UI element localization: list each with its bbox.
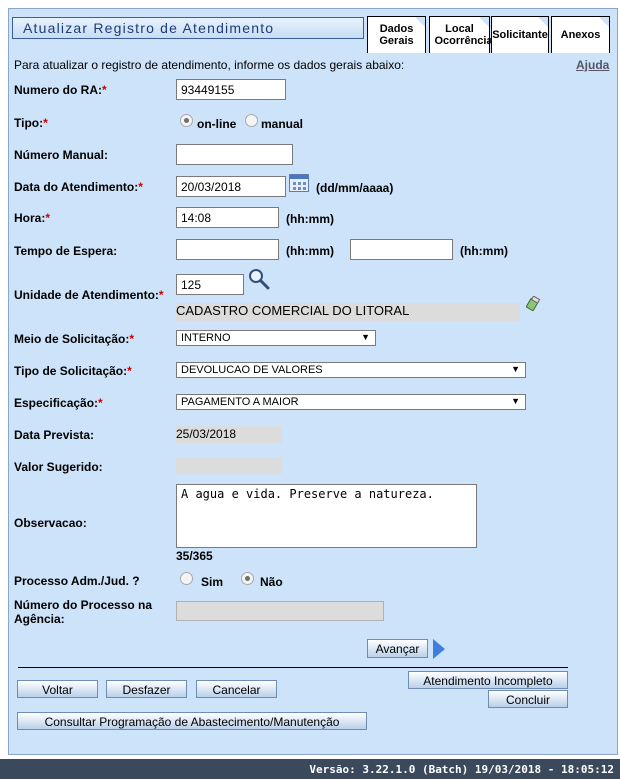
search-icon[interactable] (248, 268, 270, 290)
consultar-programacao-button[interactable]: Consultar Programação de Abastecimento/M… (17, 712, 367, 730)
hora-format-hint: (hh:mm) (286, 212, 334, 226)
divider (18, 667, 568, 668)
hora-label: Hora:* (14, 211, 51, 225)
unidade-label: Unidade de Atendimento:* (14, 288, 164, 302)
tipo-solicitacao-label: Tipo de Solicitação:* (14, 364, 132, 378)
unidade-code-input[interactable] (176, 274, 244, 295)
tab-anexos[interactable]: Anexos (551, 16, 610, 53)
data-prevista-label: Data Prevista: (14, 428, 95, 442)
processo-sim-radio[interactable] (180, 572, 193, 585)
tipo-manual-label: manual (261, 117, 304, 131)
voltar-button[interactable]: Voltar (17, 680, 98, 698)
desfazer-button[interactable]: Desfazer (106, 680, 187, 698)
intro-text: Para atualizar o registro de atendimento… (14, 58, 405, 72)
calendar-icon[interactable] (289, 174, 309, 192)
tempo-espera-label: Tempo de Espera: (14, 244, 118, 258)
cancelar-button[interactable]: Cancelar (196, 680, 277, 698)
tempo-espera-fim-input[interactable] (350, 239, 453, 260)
arrow-right-icon[interactable] (433, 639, 445, 659)
tempo-espera-hint-1: (hh:mm) (286, 244, 334, 258)
tab-solicitante[interactable]: Solicitante (491, 16, 549, 53)
tipo-online-radio[interactable] (180, 114, 193, 127)
numero-processo-input[interactable] (176, 601, 384, 621)
help-link[interactable]: Ajuda (576, 58, 609, 72)
date-format-hint: (dd/mm/aaaa) (316, 181, 394, 195)
concluir-button[interactable]: Concluir (488, 690, 568, 708)
version-footer: Versão: 3.22.1.0 (Batch) 19/03/2018 - 18… (0, 759, 620, 779)
meio-label: Meio de Solicitação:* (14, 332, 135, 346)
eraser-icon[interactable] (525, 296, 541, 312)
unidade-name-display: CADASTRO COMERCIAL DO LITORAL (176, 303, 520, 321)
numero-manual-input[interactable] (176, 144, 293, 165)
avancar-button[interactable]: Avançar (367, 639, 428, 658)
numero-manual-label: Número Manual: (14, 148, 109, 162)
meio-select[interactable]: INTERNO ▼ (176, 330, 376, 346)
numero-processo-label: Número do Processo na Agência: (14, 598, 153, 626)
tipo-solicitacao-select[interactable]: DEVOLUCAO DE VALORES ▼ (176, 362, 526, 378)
atendimento-incompleto-button[interactable]: Atendimento Incompleto (408, 671, 568, 689)
observacao-label: Observacao: (14, 516, 87, 530)
data-atendimento-label: Data do Atendimento:* (14, 180, 143, 194)
especificacao-select[interactable]: PAGAMENTO A MAIOR ▼ (176, 394, 526, 410)
processo-sim-label: Sim (201, 575, 224, 589)
valor-sugerido-value (176, 457, 282, 474)
tempo-espera-hint-2: (hh:mm) (460, 244, 508, 258)
tab-dados-gerais[interactable]: Dados Gerais (367, 16, 426, 53)
main-panel (8, 8, 618, 755)
processo-nao-label: Não (260, 575, 283, 589)
data-prevista-value: 25/03/2018 (176, 426, 282, 443)
processo-label: Processo Adm./Jud. ? (14, 574, 140, 588)
tab-local-ocorrencia[interactable]: Local Ocorrência (429, 16, 493, 53)
processo-nao-radio[interactable] (241, 572, 254, 585)
valor-sugerido-label: Valor Sugerido: (14, 460, 103, 474)
page-title: Atualizar Registro de Atendimento (12, 17, 364, 39)
especificacao-label: Especificação:* (14, 396, 103, 410)
tempo-espera-inicio-input[interactable] (176, 239, 279, 260)
observacao-textarea[interactable]: A agua e vida. Preserve a natureza. (176, 484, 477, 548)
observacao-counter: 35/365 (176, 549, 213, 563)
tipo-manual-radio[interactable] (245, 114, 258, 127)
tipo-online-label: on-line (197, 117, 237, 131)
hora-input[interactable] (176, 207, 279, 228)
tipo-label: Tipo:* (14, 116, 48, 130)
data-atendimento-input[interactable] (176, 176, 286, 197)
numero-ra-label: Numero do RA:* (14, 83, 107, 97)
numero-ra-input[interactable] (176, 79, 286, 100)
